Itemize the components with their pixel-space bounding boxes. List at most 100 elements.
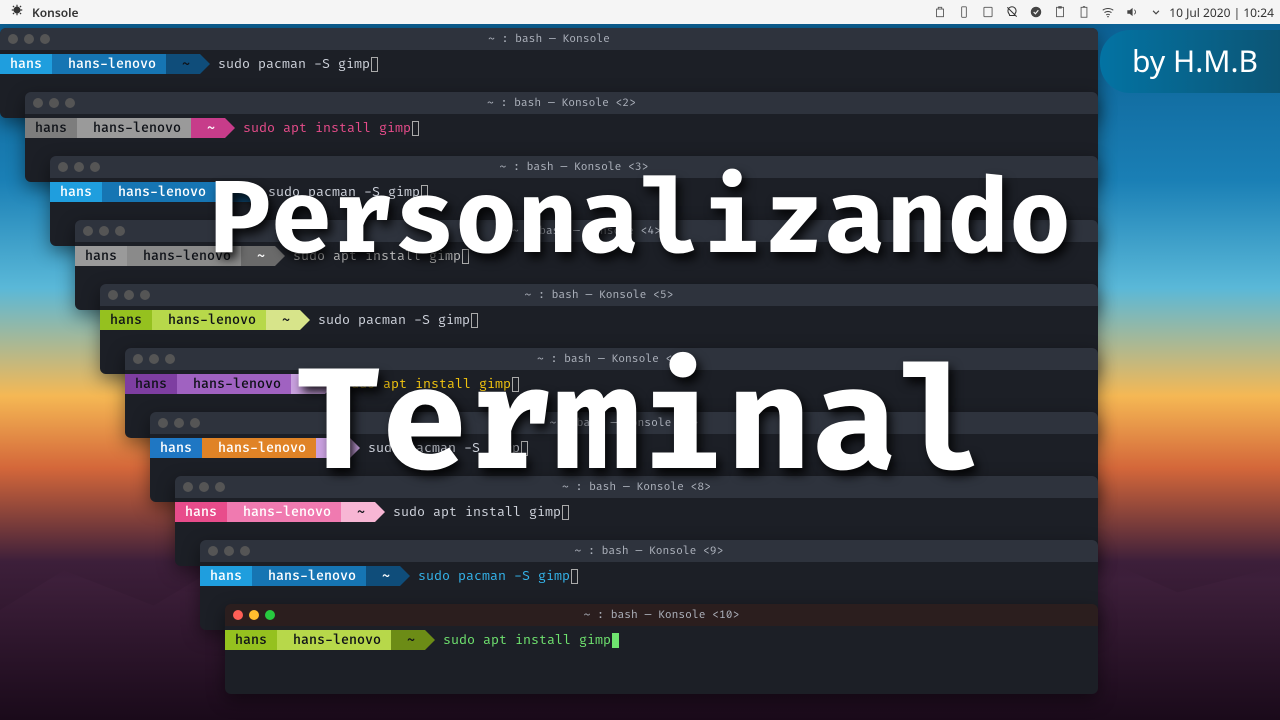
check-icon[interactable] <box>1029 5 1043 19</box>
prompt-host-segment: hans-lenovo <box>77 118 191 138</box>
prompt-line[interactable]: hanshans-lenovo~ sudo apt install gimp <box>225 626 1098 652</box>
window-title: ~ : bash — Konsole <2> <box>487 97 636 110</box>
dot-icon[interactable] <box>133 354 143 364</box>
dot-icon[interactable] <box>183 482 193 492</box>
terminal-window-10[interactable]: ~ : bash — Konsole <10> hanshans-lenovo~ s… <box>225 604 1098 694</box>
dot-icon[interactable] <box>33 98 43 108</box>
dot-icon[interactable] <box>140 290 150 300</box>
prompt-line[interactable]: hanshans-lenovo~sudo pacman -S gimp <box>200 562 1098 588</box>
prompt-host-segment: hans-lenovo <box>152 310 266 330</box>
cursor-icon <box>471 313 478 328</box>
tablet-icon[interactable] <box>981 5 995 19</box>
window-title: ~ : bash — Konsole <5> <box>525 289 674 302</box>
desktop-panel: Konsole 10 Jul 2020 | 10:24 <box>0 0 1280 24</box>
prompt-host-segment: hans-lenovo <box>277 630 391 650</box>
window-controls[interactable] <box>158 412 200 434</box>
clock[interactable]: 10 Jul 2020 | 10:24 <box>1169 4 1274 21</box>
dot-icon[interactable] <box>215 482 225 492</box>
window-titlebar[interactable]: ~ : bash — Konsole <9> <box>200 540 1098 562</box>
dot-icon[interactable] <box>83 226 93 236</box>
grn-dot-icon[interactable] <box>265 610 275 620</box>
dropdown-icon[interactable] <box>1149 5 1163 19</box>
prompt-user-segment: hans <box>175 502 227 522</box>
mute-icon[interactable] <box>1005 5 1019 19</box>
prompt-path-segment: ~ <box>166 54 200 74</box>
dot-icon[interactable] <box>74 162 84 172</box>
window-controls[interactable] <box>183 476 225 498</box>
cursor-icon <box>571 569 578 584</box>
prompt-line[interactable]: hanshans-lenovo~sudo pacman -S gimp <box>0 50 1098 76</box>
kde-logo-icon[interactable] <box>10 3 24 21</box>
cursor-icon <box>612 633 619 648</box>
dot-icon[interactable] <box>58 162 68 172</box>
dot-icon[interactable] <box>158 418 168 428</box>
clipboard-icon[interactable] <box>1053 5 1067 19</box>
window-titlebar[interactable]: ~ : bash — Konsole <5> <box>100 284 1098 306</box>
yel-dot-icon[interactable] <box>249 610 259 620</box>
system-tray <box>933 5 1163 19</box>
cursor-icon <box>371 57 378 72</box>
headline-line1: Personalizando <box>209 160 1071 283</box>
window-titlebar[interactable]: ~ : bash — Konsole <box>0 28 1098 50</box>
window-title: ~ : bash — Konsole <box>488 33 610 46</box>
prompt-path-segment: ~ <box>366 566 400 586</box>
prompt-user-segment: hans <box>0 54 52 74</box>
prompt-host-segment: hans-lenovo <box>102 182 216 202</box>
window-controls[interactable] <box>133 348 175 370</box>
red-dot-icon[interactable] <box>233 610 243 620</box>
wifi-icon[interactable] <box>1101 5 1115 19</box>
window-titlebar[interactable]: ~ : bash — Konsole <2> <box>25 92 1098 114</box>
window-titlebar[interactable]: ~ : bash — Konsole <10> <box>225 604 1098 626</box>
prompt-line[interactable]: hanshans-lenovo~sudo apt install gimp <box>25 114 1098 140</box>
command-text: sudo pacman -S gimp <box>418 568 570 584</box>
dot-icon[interactable] <box>65 98 75 108</box>
author-badge: by H.M.B <box>1100 30 1280 93</box>
dot-icon[interactable] <box>165 354 175 364</box>
dot-icon[interactable] <box>174 418 184 428</box>
trash-icon[interactable] <box>933 5 947 19</box>
prompt-user-segment: hans <box>25 118 77 138</box>
dot-icon[interactable] <box>149 354 159 364</box>
dot-icon[interactable] <box>49 98 59 108</box>
command-text: sudo pacman -S gimp <box>318 312 470 328</box>
command-text: sudo apt install gimp <box>443 632 611 648</box>
dot-icon[interactable] <box>190 418 200 428</box>
prompt-user-segment: hans <box>50 182 102 202</box>
dot-icon[interactable] <box>240 546 250 556</box>
prompt-user-segment: hans <box>125 374 177 394</box>
prompt-path-segment: ~ <box>391 630 425 650</box>
prompt-user-segment: hans <box>225 630 277 650</box>
battery-icon[interactable] <box>1077 5 1091 19</box>
dot-icon[interactable] <box>40 34 50 44</box>
dot-icon[interactable] <box>8 34 18 44</box>
prompt-user-segment: hans <box>150 438 202 458</box>
dot-icon[interactable] <box>208 546 218 556</box>
dot-icon[interactable] <box>115 226 125 236</box>
window-controls[interactable] <box>233 604 275 626</box>
prompt-host-segment: hans-lenovo <box>252 566 366 586</box>
dot-icon[interactable] <box>90 162 100 172</box>
window-controls[interactable] <box>33 92 75 114</box>
prompt-line[interactable]: hanshans-lenovo~sudo pacman -S gimp <box>100 306 1098 332</box>
active-app-name: Konsole <box>32 4 79 21</box>
dot-icon[interactable] <box>108 290 118 300</box>
dot-icon[interactable] <box>24 34 34 44</box>
headline-line2: Terminal <box>295 340 984 512</box>
dot-icon[interactable] <box>124 290 134 300</box>
window-controls[interactable] <box>208 540 250 562</box>
window-controls[interactable] <box>58 156 100 178</box>
prompt-path-segment: ~ <box>266 310 300 330</box>
prompt-host-segment: hans-lenovo <box>177 374 291 394</box>
window-title: ~ : bash — Konsole <9> <box>575 545 724 558</box>
phone-icon[interactable] <box>957 5 971 19</box>
command-text: sudo apt install gimp <box>243 120 411 136</box>
dot-icon[interactable] <box>199 482 209 492</box>
volume-icon[interactable] <box>1125 5 1139 19</box>
window-controls[interactable] <box>8 28 50 50</box>
dot-icon[interactable] <box>99 226 109 236</box>
window-controls[interactable] <box>83 220 125 242</box>
prompt-host-segment: hans-lenovo <box>52 54 166 74</box>
window-controls[interactable] <box>108 284 150 306</box>
prompt-user-segment: hans <box>75 246 127 266</box>
dot-icon[interactable] <box>224 546 234 556</box>
